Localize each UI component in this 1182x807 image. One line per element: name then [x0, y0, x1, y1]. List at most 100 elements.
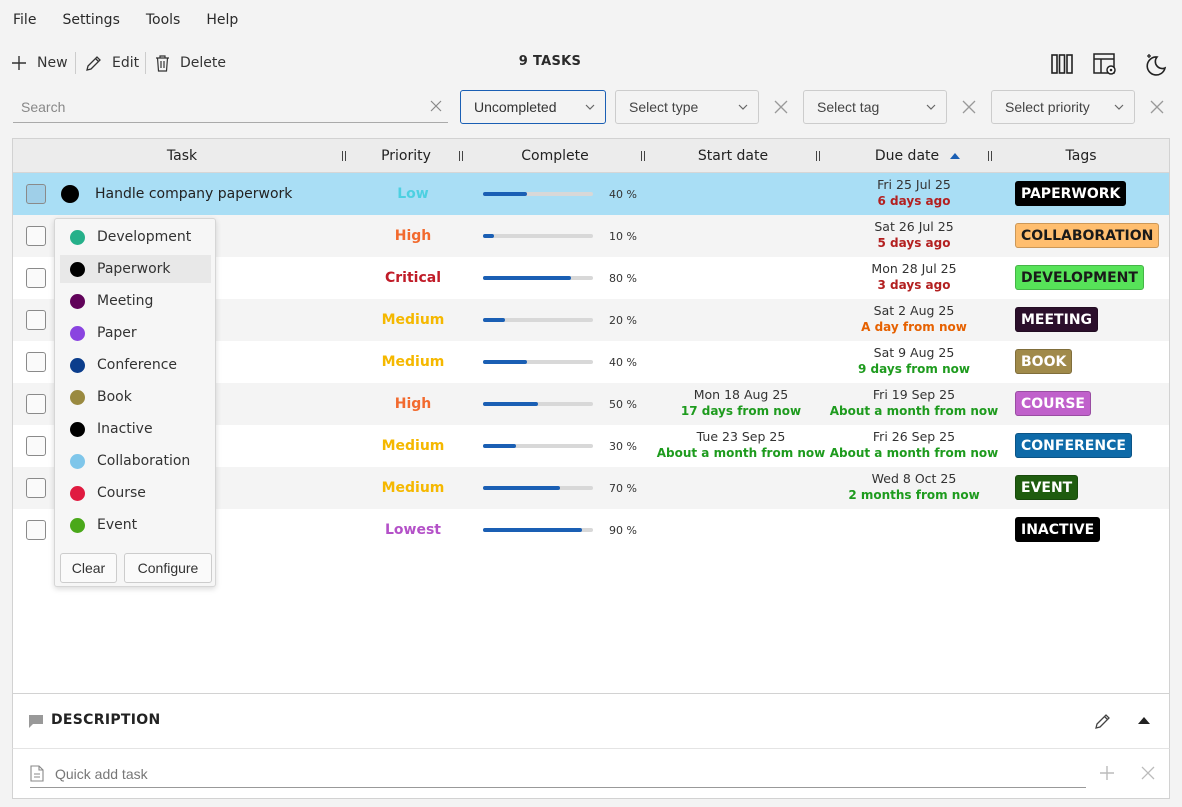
tag-option-course[interactable]: Course — [60, 479, 211, 507]
due-date: Fri 26 Sep 25 — [872, 429, 956, 444]
tag-color-dot — [70, 421, 85, 437]
quick-add-bar — [12, 749, 1170, 799]
add-icon[interactable] — [1099, 765, 1115, 781]
new-button[interactable]: New — [11, 51, 68, 75]
column-resize-handle[interactable] — [988, 151, 992, 161]
row-checkbox[interactable] — [26, 520, 46, 540]
search-box — [13, 91, 448, 123]
edit-button[interactable]: Edit — [85, 51, 139, 75]
configure-button[interactable]: Configure — [124, 553, 212, 583]
progress-bar — [483, 234, 593, 238]
task-tag: COLLABORATION — [1015, 223, 1160, 248]
tag-option-inactive[interactable]: Inactive — [60, 415, 211, 443]
progress-bar — [483, 402, 593, 406]
tag-option-paper[interactable]: Paper — [60, 319, 211, 347]
tag-option-paperwork[interactable]: Paperwork — [60, 255, 211, 283]
column-header-due-date[interactable]: Due date — [863, 139, 951, 173]
tag-select[interactable]: Select tag — [803, 90, 947, 124]
row-checkbox[interactable] — [26, 184, 46, 204]
tag-option-event[interactable]: Event — [60, 511, 211, 539]
clear-tag-icon[interactable] — [962, 100, 976, 114]
type-select[interactable]: Select type — [615, 90, 759, 124]
start-date-relative — [656, 362, 826, 378]
row-checkbox[interactable] — [26, 478, 46, 498]
delete-button[interactable]: Delete — [155, 51, 226, 75]
document-icon — [30, 765, 44, 782]
progress-fill — [483, 360, 527, 364]
menu-help[interactable]: Help — [206, 12, 238, 28]
tag-option-meeting[interactable]: Meeting — [60, 287, 211, 315]
menu-file[interactable]: File — [13, 12, 36, 28]
start-date-relative — [656, 488, 826, 504]
dark-mode-icon[interactable] — [1143, 51, 1169, 77]
table-row[interactable]: Handle company paperwork Low 40 % Fri 25 Ju… — [13, 173, 1169, 215]
progress-bar — [483, 528, 593, 532]
progress-fill — [483, 402, 538, 406]
quick-add-input[interactable] — [55, 760, 1085, 788]
status-select-value: Uncompleted — [474, 99, 557, 115]
close-icon[interactable] — [1141, 766, 1155, 780]
row-checkbox[interactable] — [26, 226, 46, 246]
tag-option-book[interactable]: Book — [60, 383, 211, 411]
start-date — [656, 177, 826, 193]
due-date-relative: 3 days ago — [877, 278, 951, 292]
menu-bar: File Settings Tools Help — [0, 0, 1182, 40]
column-header-priority[interactable]: Priority — [365, 139, 447, 173]
edit-description-icon[interactable] — [1094, 712, 1112, 730]
progress-percent: 90 % — [609, 524, 637, 537]
row-checkbox[interactable] — [26, 394, 46, 414]
tag-option-label: Paper — [97, 325, 137, 341]
row-checkbox[interactable] — [26, 352, 46, 372]
tag-color-dot — [70, 389, 85, 405]
due-date-relative: 9 days from now — [858, 362, 970, 376]
due-date: Fri 19 Sep 25 — [872, 387, 956, 402]
row-checkbox[interactable] — [26, 310, 46, 330]
progress-fill — [483, 528, 582, 532]
menu-tools[interactable]: Tools — [146, 12, 181, 28]
column-resize-handle[interactable] — [342, 151, 346, 161]
tag-option-conference[interactable]: Conference — [60, 351, 211, 379]
tag-option-collaboration[interactable]: Collaboration — [60, 447, 211, 475]
start-date-relative — [656, 236, 826, 252]
task-priority: Medium — [381, 354, 445, 370]
status-select[interactable]: Uncompleted — [460, 90, 606, 124]
priority-select[interactable]: Select priority — [991, 90, 1135, 124]
collapse-icon[interactable] — [1138, 716, 1150, 724]
column-resize-handle[interactable] — [641, 151, 645, 161]
chevron-down-icon — [1114, 104, 1124, 110]
column-resize-handle[interactable] — [459, 151, 463, 161]
tag-option-development[interactable]: Development — [60, 223, 211, 251]
column-header-start-date[interactable]: Start date — [673, 139, 793, 173]
row-checkbox[interactable] — [26, 268, 46, 288]
clear-priority-icon[interactable] — [1150, 100, 1164, 114]
start-date — [656, 261, 826, 277]
clear-button[interactable]: Clear — [60, 553, 117, 583]
task-tag: CONFERENCE — [1015, 433, 1132, 458]
table-settings-icon[interactable] — [1092, 51, 1118, 77]
chevron-down-icon — [738, 104, 748, 110]
progress-percent: 70 % — [609, 482, 637, 495]
toolbar: New Edit Delete 9 TASKS — [0, 42, 1182, 84]
progress-percent: 50 % — [609, 398, 637, 411]
start-date — [656, 471, 826, 487]
clear-type-icon[interactable] — [774, 100, 788, 114]
new-button-label: New — [37, 55, 68, 71]
comment-icon — [29, 715, 43, 728]
task-name: Handle company paperwork — [95, 186, 293, 202]
search-input[interactable] — [13, 91, 413, 122]
task-priority: Medium — [381, 480, 445, 496]
row-checkbox[interactable] — [26, 436, 46, 456]
plus-icon — [12, 56, 26, 70]
tag-option-label: Inactive — [97, 421, 153, 437]
column-header-task[interactable]: Task — [113, 139, 251, 173]
column-resize-handle[interactable] — [816, 151, 820, 161]
columns-icon[interactable] — [1049, 51, 1075, 77]
column-header-complete[interactable]: Complete — [493, 139, 617, 173]
clear-search-icon[interactable] — [430, 100, 442, 112]
menu-settings[interactable]: Settings — [62, 12, 119, 28]
task-priority: Low — [397, 186, 429, 202]
column-header-tags[interactable]: Tags — [1033, 139, 1129, 173]
tag-color-dot — [70, 293, 85, 309]
task-tag: PAPERWORK — [1015, 181, 1127, 206]
due-date-relative: About a month from now — [829, 404, 999, 418]
